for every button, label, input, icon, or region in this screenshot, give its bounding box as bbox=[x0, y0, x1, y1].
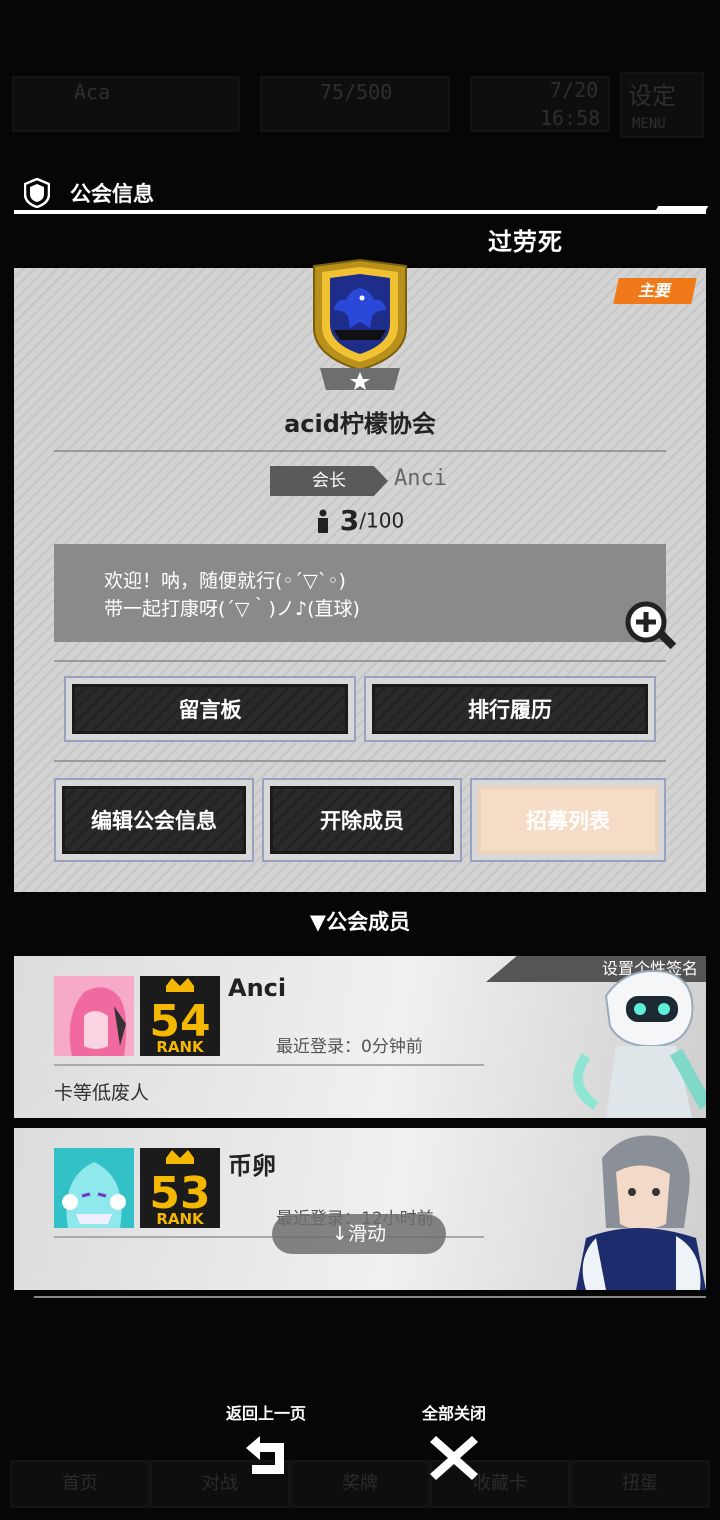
guild-info-panel: 主要 acid柠檬协会 会长 Anci 3/100 欢迎！呐，随便就行(◦´▽`… bbox=[14, 258, 706, 892]
recruit-list-button[interactable]: 招募列表 bbox=[470, 778, 666, 862]
rank-label: RANK bbox=[156, 1210, 205, 1228]
guild-name: acid柠檬协会 bbox=[284, 410, 436, 438]
member-card[interactable]: 53 RANK 币卵 最近登录：12小时前 bbox=[14, 1128, 706, 1290]
close-icon bbox=[430, 1436, 478, 1480]
leader-name: Anci bbox=[394, 466, 447, 491]
close-all-button[interactable]: 全部关闭 bbox=[394, 1400, 514, 1482]
divider bbox=[54, 660, 666, 662]
member-count-current: 3 bbox=[339, 504, 360, 537]
member-avatar bbox=[54, 976, 134, 1056]
back-button[interactable]: 返回上一页 bbox=[206, 1400, 326, 1482]
kick-member-label: 开除成员 bbox=[270, 786, 454, 854]
header-divider bbox=[14, 210, 706, 214]
description-line: 带一起打康呀(´▽｀)ノ♪(直球) bbox=[104, 598, 360, 620]
edit-guild-info-label: 编辑公会信息 bbox=[62, 786, 246, 854]
message-board-label: 留言板 bbox=[72, 684, 348, 734]
bg-stamina-text: 75/500 bbox=[320, 80, 393, 104]
main-guild-tag: 主要 bbox=[613, 278, 697, 304]
scroll-hint: ↓滑动 bbox=[272, 1214, 446, 1254]
bg-menu-text: MENU bbox=[632, 116, 666, 132]
page-header: 公会信息 bbox=[14, 170, 709, 216]
divider bbox=[54, 1064, 484, 1066]
divider bbox=[34, 1296, 706, 1298]
bg-settings-text: 设定 bbox=[628, 82, 676, 110]
description-line: 欢迎！呐，随便就行(◦´▽`◦) bbox=[104, 570, 346, 592]
header-notch bbox=[653, 206, 709, 214]
close-all-label: 全部关闭 bbox=[421, 1404, 486, 1423]
members-section-title: ▼公会成员 bbox=[309, 910, 411, 934]
page-title: 公会信息 bbox=[70, 182, 154, 206]
character-portrait bbox=[573, 970, 706, 1118]
bg-time-text: 16:58 bbox=[540, 106, 601, 130]
bg-count-text: 7/20 bbox=[550, 78, 599, 102]
bg-level-text: Aca bbox=[74, 80, 111, 104]
divider bbox=[54, 450, 666, 452]
rank-badge: 53 RANK bbox=[140, 1148, 220, 1228]
background-hud: Aca 75/500 7/20 16:58 设定 MENU bbox=[0, 60, 720, 150]
rank-label: RANK bbox=[156, 1038, 205, 1056]
leader-label: 会长 bbox=[270, 466, 388, 496]
member-count: 3/100 bbox=[14, 504, 706, 537]
divider bbox=[54, 760, 666, 762]
edit-guild-info-button[interactable]: 编辑公会信息 bbox=[54, 778, 254, 862]
rank-badge: 54 RANK bbox=[140, 976, 220, 1056]
guild-emblem-icon bbox=[313, 258, 407, 390]
zoom-in-icon[interactable] bbox=[622, 598, 678, 654]
member-last-login: 最近登录：0分钟前 bbox=[276, 1037, 423, 1057]
person-icon bbox=[317, 509, 328, 533]
bg-level-box bbox=[12, 76, 240, 132]
bg-nav-home: 首页 bbox=[10, 1460, 150, 1508]
member-name: Anci bbox=[228, 974, 287, 1002]
ranking-history-label: 排行履历 bbox=[372, 684, 648, 734]
character-portrait bbox=[576, 1135, 706, 1290]
member-avatar bbox=[54, 1148, 134, 1228]
guild-description: 欢迎！呐，随便就行(◦´▽`◦) 带一起打康呀(´▽｀)ノ♪(直球) bbox=[54, 544, 677, 650]
bg-nav-gacha: 扭蛋 bbox=[570, 1460, 710, 1508]
member-name: 币卵 bbox=[228, 1152, 276, 1180]
shield-icon bbox=[24, 178, 50, 208]
background-nav: 首页 对战 奖牌 收藏卡 扭蛋 bbox=[0, 1380, 720, 1520]
return-arrow-icon bbox=[246, 1436, 284, 1474]
back-label: 返回上一页 bbox=[225, 1404, 306, 1423]
message-board-button[interactable]: 留言板 bbox=[64, 676, 356, 742]
kick-member-button[interactable]: 开除成员 bbox=[262, 778, 462, 862]
member-card[interactable]: 设置个性签名 54 RANK Anci 最近登录：0分钟前 卡等低废人 bbox=[14, 956, 706, 1118]
user-name: 过劳死 bbox=[488, 228, 563, 256]
recruit-list-label: 招募列表 bbox=[478, 786, 658, 854]
ranking-history-button[interactable]: 排行履历 bbox=[364, 676, 656, 742]
member-count-max: /100 bbox=[359, 508, 405, 533]
member-signature: 卡等低废人 bbox=[54, 1082, 150, 1104]
